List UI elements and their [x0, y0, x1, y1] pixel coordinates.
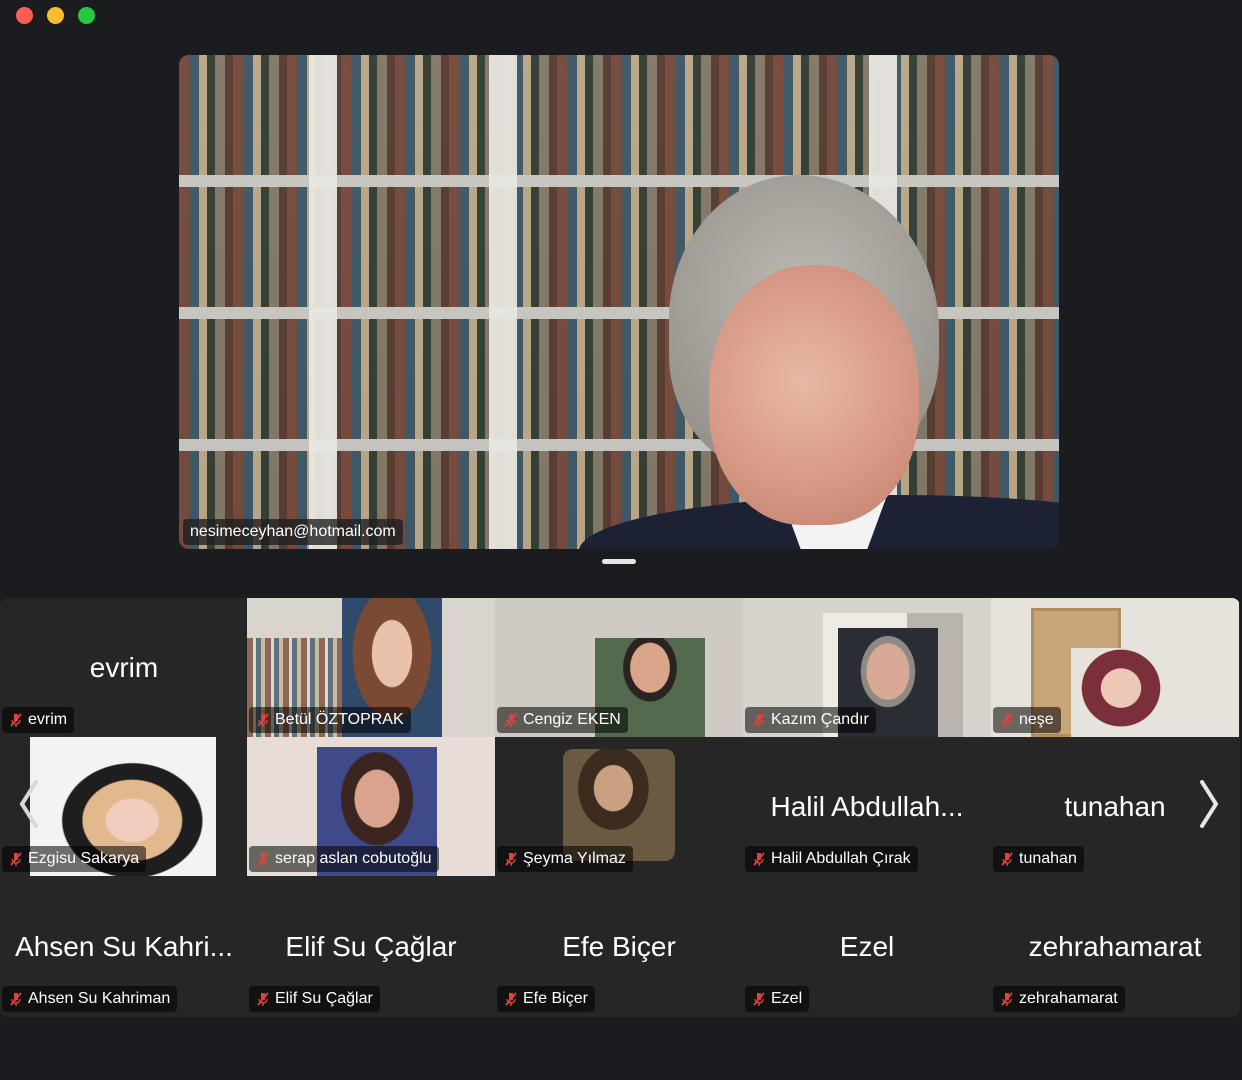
participant-name-label: evrim	[2, 707, 75, 733]
participant-name-label: Elif Su Çağlar	[249, 986, 380, 1012]
participant-name-label: serap aslan cobutoğlu	[249, 846, 439, 872]
participant-name-label: Ahsen Su Kahriman	[2, 986, 178, 1012]
participant-name: Ezel	[771, 990, 803, 1007]
mic-muted-icon	[10, 852, 22, 866]
participant-display-name: Halil Abdullah...	[770, 790, 964, 822]
participant-name: Ezgisu Sakarya	[28, 850, 140, 867]
participant-tile[interactable]: Halil Abdullah... Halil Abdullah Çırak	[743, 737, 991, 876]
mic-muted-icon	[257, 992, 269, 1006]
participant-video	[1071, 648, 1171, 737]
resize-handle[interactable]	[602, 559, 636, 564]
participant-name: Elif Su Çağlar	[275, 990, 373, 1007]
participant-name: Cengiz EKEN	[523, 711, 621, 728]
participant-name: neşe	[1019, 711, 1054, 728]
participant-tile[interactable]: Cengiz EKEN	[495, 598, 743, 737]
participant-name: zehrahamarat	[1019, 990, 1118, 1007]
mic-muted-icon	[1001, 992, 1013, 1006]
mic-muted-icon	[1001, 852, 1013, 866]
participant-tile[interactable]: Şeyma Yılmaz	[495, 737, 743, 876]
active-speaker-video[interactable]: nesimeceyhan@hotmail.com	[179, 55, 1059, 549]
participant-name: evrim	[28, 711, 68, 728]
participant-name-label: tunahan	[993, 846, 1084, 872]
participant-tile[interactable]: neşe	[991, 598, 1239, 737]
mic-muted-icon	[1001, 713, 1013, 727]
mic-muted-icon	[505, 852, 517, 866]
participant-tile[interactable]: serap aslan cobutoğlu	[247, 737, 495, 876]
mic-muted-icon	[753, 992, 765, 1006]
cabinet-frame	[489, 55, 517, 549]
zoom-window-button[interactable]	[78, 7, 95, 24]
participant-name: Şeyma Yılmaz	[523, 850, 626, 867]
participant-name-label: Ezgisu Sakarya	[2, 846, 147, 872]
participant-name: Kazım Çandır	[771, 711, 869, 728]
participant-name: tunahan	[1019, 850, 1077, 867]
participant-tile[interactable]: zehrahamarat zehrahamarat	[991, 877, 1239, 1016]
participant-display-name: evrim	[89, 651, 159, 683]
speaker-name-label: nesimeceyhan@hotmail.com	[183, 519, 403, 545]
participant-name-label: Betül ÖZTOPRAK	[249, 707, 411, 733]
participant-display-name: Efe Biçer	[562, 930, 676, 962]
mic-muted-icon	[505, 713, 517, 727]
mic-muted-icon	[753, 713, 765, 727]
participant-name-label: neşe	[993, 707, 1061, 733]
chevron-right-icon[interactable]	[1198, 780, 1220, 837]
gallery-strip: evrim evrim Betül ÖZTOPRAK Cengiz EKEN K…	[0, 598, 1240, 1017]
participant-name: Betül ÖZTOPRAK	[275, 711, 404, 728]
participant-tile[interactable]: Ezel Ezel	[743, 877, 991, 1016]
participant-name-label: Ezel	[745, 986, 810, 1012]
participant-tile[interactable]: Kazım Çandır	[743, 598, 991, 737]
chevron-left-icon[interactable]	[18, 780, 40, 837]
participant-avatar-image	[563, 749, 675, 861]
participant-name: serap aslan cobutoğlu	[275, 850, 432, 867]
mic-muted-icon	[505, 992, 517, 1006]
speaker-person	[579, 175, 1059, 549]
participant-name: Halil Abdullah Çırak	[771, 850, 911, 867]
cabinet-frame	[309, 55, 337, 549]
mic-muted-icon	[10, 713, 22, 727]
participant-tile[interactable]: Elif Su Çağlar Elif Su Çağlar	[247, 877, 495, 1016]
mic-muted-icon	[753, 852, 765, 866]
participant-name-label: zehrahamarat	[993, 986, 1125, 1012]
participant-tile[interactable]: evrim evrim	[0, 598, 248, 737]
participant-name-label: Cengiz EKEN	[497, 707, 628, 733]
minimize-window-button[interactable]	[47, 7, 64, 24]
mic-muted-icon	[257, 852, 269, 866]
participant-name: Ahsen Su Kahriman	[28, 990, 171, 1007]
participant-display-name: zehrahamarat	[1028, 930, 1202, 962]
participant-name: Efe Biçer	[523, 990, 588, 1007]
participant-name-label: Kazım Çandır	[745, 707, 876, 733]
participant-name-label: Halil Abdullah Çırak	[745, 846, 918, 872]
close-window-button[interactable]	[16, 7, 33, 24]
participant-tile[interactable]: Efe Biçer Efe Biçer	[495, 877, 743, 1016]
participant-tile[interactable]: Betül ÖZTOPRAK	[247, 598, 495, 737]
participant-display-name: Elif Su Çağlar	[285, 930, 457, 962]
participant-tile[interactable]: Ahsen Su Kahri... Ahsen Su Kahriman	[0, 877, 248, 1016]
window-controls	[16, 7, 95, 24]
mic-muted-icon	[10, 992, 22, 1006]
participant-display-name: Ahsen Su Kahri...	[15, 930, 233, 962]
participant-name-label: Efe Biçer	[497, 986, 595, 1012]
mic-muted-icon	[257, 713, 269, 727]
participant-name-label: Şeyma Yılmaz	[497, 846, 633, 872]
participant-display-name: Ezel	[839, 930, 895, 962]
